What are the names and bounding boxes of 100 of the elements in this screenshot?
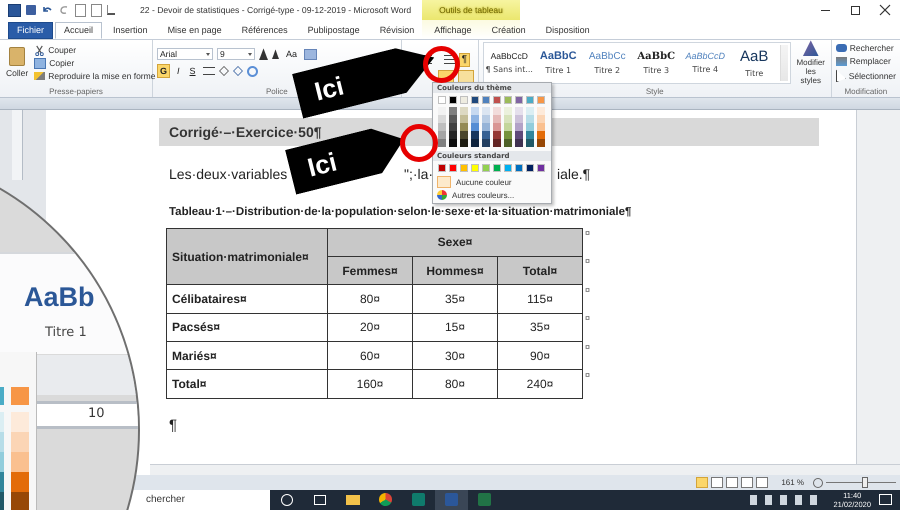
- save-icon[interactable]: [26, 5, 36, 15]
- color-swatch[interactable]: [471, 115, 479, 123]
- color-swatch[interactable]: [471, 96, 479, 104]
- color-swatch[interactable]: [504, 107, 512, 115]
- color-swatch[interactable]: [449, 131, 457, 139]
- color-swatch[interactable]: [493, 123, 501, 131]
- color-swatch[interactable]: [438, 115, 446, 123]
- print-layout-icon[interactable]: [696, 477, 708, 488]
- color-swatch[interactable]: [438, 107, 446, 115]
- color-swatch[interactable]: [515, 123, 523, 131]
- color-swatch[interactable]: [526, 123, 534, 131]
- color-swatch[interactable]: [504, 139, 512, 147]
- gallery-scroll-icon[interactable]: [780, 44, 788, 81]
- replace-button[interactable]: Remplacer: [836, 56, 891, 66]
- redo-icon[interactable]: [58, 4, 70, 16]
- color-swatch[interactable]: [449, 107, 457, 115]
- color-swatch[interactable]: [471, 107, 479, 115]
- italic-button[interactable]: I: [174, 64, 183, 78]
- ribbon-tab[interactable]: Fichier: [8, 22, 54, 39]
- ribbon-tab[interactable]: Disposition: [536, 22, 599, 39]
- no-color-item[interactable]: Aucune couleur: [433, 175, 551, 189]
- color-swatch[interactable]: [460, 131, 468, 139]
- color-swatch[interactable]: [504, 131, 512, 139]
- select-button[interactable]: Sélectionner: [836, 69, 896, 82]
- color-swatch[interactable]: [537, 96, 545, 104]
- color-swatch[interactable]: [449, 96, 457, 104]
- color-swatch[interactable]: [482, 107, 490, 115]
- font-name-field[interactable]: Arial: [157, 48, 213, 60]
- color-swatch[interactable]: [526, 131, 534, 139]
- ribbon-tab[interactable]: Accueil: [55, 22, 102, 39]
- color-swatch[interactable]: [493, 131, 501, 139]
- color-swatch[interactable]: [438, 123, 446, 131]
- color-swatch[interactable]: [493, 107, 501, 115]
- ribbon-tab[interactable]: Révision: [370, 22, 424, 39]
- color-swatch[interactable]: [515, 107, 523, 115]
- bold-button[interactable]: G: [157, 64, 170, 78]
- color-swatch[interactable]: [482, 139, 490, 147]
- zoom-slider-thumb[interactable]: [862, 477, 868, 488]
- draft-view-icon[interactable]: [756, 477, 768, 488]
- horizontal-scrollbar[interactable]: [150, 464, 900, 476]
- style-item[interactable]: AaBbCc Titre 2: [584, 50, 631, 75]
- color-swatch[interactable]: [449, 115, 457, 123]
- indent-icon[interactable]: [444, 55, 455, 64]
- color-swatch[interactable]: [482, 164, 490, 172]
- color-swatch[interactable]: [482, 123, 490, 131]
- color-swatch[interactable]: [537, 115, 545, 123]
- color-swatch[interactable]: [460, 115, 468, 123]
- color-swatch[interactable]: [537, 164, 545, 172]
- show-marks-button[interactable]: ¶: [458, 52, 470, 67]
- color-swatch[interactable]: [526, 164, 534, 172]
- font-size-field[interactable]: 9: [217, 48, 255, 60]
- color-swatch[interactable]: [526, 107, 534, 115]
- color-swatch[interactable]: [504, 96, 512, 104]
- text-effect-icon[interactable]: [246, 66, 258, 77]
- outline-view-icon[interactable]: [741, 477, 754, 488]
- ribbon-tab[interactable]: Insertion: [104, 22, 157, 39]
- style-item[interactable]: AaBbCcD ¶ Sans int...: [486, 51, 533, 74]
- paste-button[interactable]: Coller: [4, 47, 30, 78]
- color-swatch[interactable]: [438, 131, 446, 139]
- color-swatch[interactable]: [493, 115, 501, 123]
- color-swatch[interactable]: [537, 123, 545, 131]
- print-preview-icon[interactable]: [75, 4, 86, 16]
- zoom-out-icon[interactable]: [813, 478, 823, 488]
- reading-view-icon[interactable]: [711, 477, 724, 488]
- color-swatch[interactable]: [515, 96, 523, 104]
- cut-button[interactable]: Couper: [34, 44, 156, 56]
- ribbon-tab[interactable]: Mise en page: [158, 22, 231, 39]
- copy-button[interactable]: Copier: [34, 58, 156, 69]
- color-swatch[interactable]: [526, 139, 534, 147]
- color-swatch[interactable]: [504, 164, 512, 172]
- underline-button[interactable]: S: [186, 64, 199, 78]
- color-swatch[interactable]: [515, 139, 523, 147]
- style-item[interactable]: AaBbC Titre 1: [534, 50, 582, 76]
- customize-caret-icon[interactable]: [107, 5, 115, 15]
- color-swatch[interactable]: [515, 164, 523, 172]
- color-swatch[interactable]: [460, 96, 468, 104]
- color-swatch[interactable]: [537, 139, 545, 147]
- color-swatch[interactable]: [482, 96, 490, 104]
- color-swatch[interactable]: [438, 96, 446, 104]
- color-swatch[interactable]: [515, 131, 523, 139]
- style-item[interactable]: AaB Titre: [730, 48, 778, 78]
- style-item[interactable]: AaBbC Titre 3: [632, 50, 680, 75]
- color-swatch[interactable]: [526, 96, 534, 104]
- zoom-level[interactable]: 161 %: [781, 478, 804, 487]
- change-styles-button[interactable]: Modifier les styles: [794, 40, 827, 86]
- color-swatch[interactable]: [449, 123, 457, 131]
- color-swatch[interactable]: [515, 115, 523, 123]
- style-item[interactable]: AaBbCcD Titre 4: [682, 51, 729, 74]
- color-swatch[interactable]: [537, 107, 545, 115]
- web-layout-icon[interactable]: [726, 477, 738, 488]
- color-swatch[interactable]: [504, 115, 512, 123]
- color-swatch[interactable]: [471, 139, 479, 147]
- word-taskbar-icon[interactable]: [435, 490, 468, 510]
- color-swatch[interactable]: [449, 164, 457, 172]
- color-swatch[interactable]: [460, 107, 468, 115]
- vertical-scrollbar[interactable]: [856, 110, 900, 464]
- border-icon[interactable]: [458, 70, 474, 84]
- color-swatch[interactable]: [482, 131, 490, 139]
- word-icon[interactable]: [8, 4, 21, 16]
- color-swatch[interactable]: [460, 123, 468, 131]
